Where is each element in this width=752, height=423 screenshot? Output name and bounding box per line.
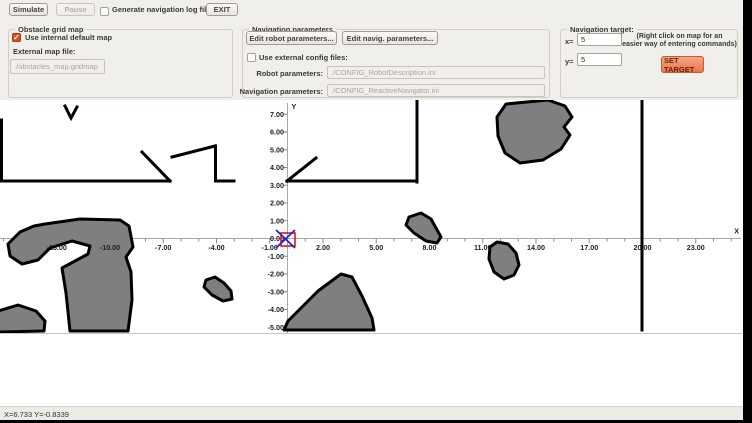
target-x-label: x= [565,37,574,46]
exit-button[interactable]: EXIT [206,3,238,16]
hint-line2: easier way of entering commands) [622,41,737,48]
robot-parameters-label: Robot parameters: [243,69,323,78]
edit-navig-parameters-button[interactable]: Edit navig. parameters... [342,31,438,45]
status-bar: X=6.733 Y=-0.8339 [0,406,743,421]
robot-parameters-input: ./CONFIG_RobotDescription.ini [327,66,545,79]
use-internal-map-checkbox[interactable]: ✓ [12,33,21,42]
pause-button: Pause [56,3,95,16]
right-black-strip [743,0,752,423]
generate-log-label: Generate navigation log file [112,5,210,14]
app-window: Simulate Pause Generate navigation log f… [0,0,752,423]
right-click-hint: (Right click on map for an easier way of… [622,33,737,49]
navigation-parameters-label: Navigation parameters: [233,87,323,96]
edit-robot-parameters-button[interactable]: Edit robot parameters... [246,31,337,45]
cursor-coordinates: X=6.733 Y=-0.8339 [4,410,69,419]
use-external-config-label: Use external config files: [259,53,348,62]
hint-line1: (Right click on map for an [637,33,723,40]
use-external-config-checkbox[interactable] [247,53,256,62]
use-internal-map-label: Use internal default map [25,33,112,42]
generate-log-checkbox[interactable] [100,7,109,16]
target-y-input[interactable]: 5 [577,53,622,66]
external-map-file-input: ./obstacles_map.gridmap [10,59,105,74]
external-map-file-label: External map file: [13,47,76,56]
map-canvas[interactable] [0,100,743,406]
set-target-button[interactable]: SET TARGET [661,56,704,73]
target-x-input[interactable]: 5 [577,33,622,46]
target-y-label: y= [565,57,574,66]
navigation-parameters-input: ./CONFIG_ReactiveNavigator.ini [327,84,545,97]
simulate-button[interactable]: Simulate [9,3,48,16]
